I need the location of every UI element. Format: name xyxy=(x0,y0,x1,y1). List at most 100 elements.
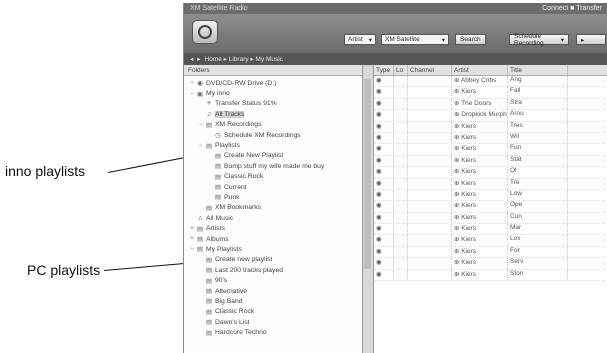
column-header[interactable]: Artist xyxy=(452,65,508,75)
tree-node[interactable]: ▤ Dawn's List xyxy=(184,317,362,327)
table-row[interactable]: ◉ ⊕ Dropkick Murphys Arou xyxy=(374,110,607,122)
tree-node[interactable]: − ▤ Playlists xyxy=(184,140,362,150)
table-cell xyxy=(408,212,452,224)
tree-node[interactable]: − ▤ XM Recordings xyxy=(184,120,362,130)
collapse-icon[interactable]: − xyxy=(188,80,196,86)
tree-node[interactable]: ≡ Transfer Status 91% xyxy=(184,99,362,109)
search-type-select[interactable]: Artist ▾ xyxy=(344,34,376,45)
search-input[interactable]: XM Satellite ▾ xyxy=(381,34,449,45)
scrollbar-thumb[interactable] xyxy=(364,79,371,269)
table-cell xyxy=(408,201,452,212)
table-cell xyxy=(408,155,452,167)
callout-inno-playlists: inno playlists xyxy=(5,163,86,179)
column-header[interactable]: Channel xyxy=(408,65,452,75)
tree-node[interactable]: − ◉ DVD/CD-RW Drive (D:) xyxy=(184,78,362,88)
table-row[interactable]: ◉ ⊕ Kiers Low xyxy=(374,189,607,202)
table-row[interactable]: ◉ ⊕ Kiers Ston xyxy=(374,269,607,282)
tree-node-label: Dawn's List xyxy=(215,318,250,326)
tree-node[interactable]: − ▣ My inno xyxy=(184,88,362,98)
table-row[interactable]: ◉ ⊕ Kiers Ol xyxy=(374,167,607,179)
tree-node[interactable]: ▤ Classic Rock xyxy=(184,172,362,182)
chevron-down-icon: ▾ xyxy=(560,36,564,44)
tree-node-label: All Music xyxy=(206,214,234,222)
table-cell: Serv xyxy=(508,258,568,269)
table-row[interactable]: ◉ ⊕ The Doors Stra xyxy=(374,98,607,111)
tree-node[interactable]: ▤ Alternative xyxy=(184,286,362,296)
table-row[interactable]: ◉ ⊕ Kiers Cun xyxy=(374,212,607,225)
tree-node[interactable]: ▤ Punk xyxy=(184,192,362,202)
table-cell xyxy=(394,235,408,246)
table-row[interactable]: ◉ ⊕ Abbey Cribs Ang xyxy=(374,76,607,88)
track-list: ◉ ⊕ Abbey Cribs Ang ◉ ⊕ Kiers Fall ◉ ⊕ The Door… xyxy=(374,76,607,282)
tree-node[interactable]: ▤ Bump stuff my wife made me buy xyxy=(184,161,362,171)
back-icon[interactable]: ◂ xyxy=(190,55,193,63)
tree-node[interactable]: ▤ Create new playlist xyxy=(184,255,362,265)
table-cell: Mar xyxy=(508,224,568,235)
window-title: XM Satellite Radio xyxy=(190,5,248,12)
connect-transfer-status[interactable]: Connect ■ Transfer xyxy=(542,5,602,12)
folder-tree: − ◉ DVD/CD-RW Drive (D:) − ▣ My inno ≡ Transfer… xyxy=(184,76,362,338)
tree-node[interactable]: ♫ All Tracks xyxy=(184,109,362,119)
column-header[interactable]: Title xyxy=(508,65,568,75)
table-cell: ⊕ Abbey Cribs xyxy=(452,76,508,87)
table-row[interactable]: ◉ ⊕ Kiers Stat xyxy=(374,155,607,168)
tree-node[interactable]: ▤ Current xyxy=(184,182,362,192)
track-list-pane: Type Lo Channel Artist Title ◉ ⊕ Abbey Cribs A… xyxy=(374,65,607,353)
app-window: XM Satellite Radio Connect ■ Transfer Ar… xyxy=(183,3,607,353)
table-cell: ⊕ Kiers xyxy=(452,144,508,155)
table-row[interactable]: ◉ ⊕ Kiers Wil xyxy=(374,132,607,145)
tree-node[interactable]: + ▤ Albums xyxy=(184,234,362,244)
tree-node[interactable]: ▤ Create New Playlist xyxy=(184,151,362,161)
folder-icon: ▤ xyxy=(214,152,222,160)
column-header[interactable]: Type xyxy=(374,65,394,75)
table-row[interactable]: ◉ ⊕ Kiers Tres xyxy=(374,121,607,133)
tree-node[interactable]: ▤ Classic Rock xyxy=(184,307,362,317)
expand-icon[interactable]: + xyxy=(188,226,196,232)
folder-icon: ▤ xyxy=(214,173,222,181)
schedule-recording-button[interactable]: Schedule Recording ▾ xyxy=(509,33,569,47)
tree-node[interactable]: ▤ XM Bookmarks xyxy=(184,203,362,213)
table-row[interactable]: ◉ ⊕ Kiers Fun xyxy=(374,144,607,156)
table-row[interactable]: ◉ ⊕ Kiers For xyxy=(374,246,607,259)
callout-pc-playlists: PC playlists xyxy=(27,262,101,278)
tree-node-label: Classic Rock xyxy=(224,173,264,181)
collapse-icon[interactable]: − xyxy=(197,122,205,128)
table-cell: Tre xyxy=(508,178,568,189)
folder-icon: ▤ xyxy=(205,329,213,337)
tree-node-label: Last 200 tracks played xyxy=(215,266,284,274)
table-cell xyxy=(408,178,452,189)
tree-scrollbar[interactable] xyxy=(363,65,374,353)
tree-node-label: 90's xyxy=(215,277,228,285)
extra-toolbar-button[interactable]: ▸ xyxy=(576,34,606,45)
tree-node[interactable]: ◷ Schedule XM Recordings xyxy=(184,130,362,140)
table-row[interactable]: ◉ ⊕ Kiers Ope xyxy=(374,201,607,213)
collapse-icon[interactable]: − xyxy=(188,91,196,97)
forward-icon[interactable]: ▸ xyxy=(197,55,200,63)
folder-icon: ▤ xyxy=(214,184,222,192)
tree-node[interactable]: + ▤ Artists xyxy=(184,223,362,233)
tree-node[interactable]: ▤ Last 200 tracks played xyxy=(184,265,362,275)
tree-node[interactable]: − ▤ My Playlists xyxy=(184,244,362,254)
table-cell xyxy=(394,121,408,132)
tree-node[interactable]: ♫ All Music xyxy=(184,213,362,223)
breadcrumb-path[interactable]: Home ▸ Library ▸ My Music xyxy=(205,55,283,63)
table-row[interactable]: ◉ ⊕ Kiers Lov xyxy=(374,235,607,247)
table-cell: ◉ xyxy=(374,212,394,224)
tree-node[interactable]: ▤ 90's xyxy=(184,275,362,285)
folder-icon: ▤ xyxy=(196,246,204,254)
collapse-icon[interactable]: − xyxy=(188,246,196,252)
table-row[interactable]: ◉ ⊕ Kiers Tre xyxy=(374,178,607,190)
tree-node[interactable]: ▤ Big Band xyxy=(184,296,362,306)
table-row[interactable]: ◉ ⊕ Kiers Serv xyxy=(374,258,607,270)
table-cell: ◉ xyxy=(374,258,394,269)
collapse-icon[interactable]: − xyxy=(197,143,205,149)
table-row[interactable]: ◉ ⊕ Kiers Mar xyxy=(374,224,607,236)
search-button[interactable]: Search xyxy=(455,34,486,45)
inno-logo-icon[interactable] xyxy=(192,20,218,44)
expand-icon[interactable]: + xyxy=(188,236,196,242)
table-row[interactable]: ◉ ⊕ Kiers Fall xyxy=(374,87,607,99)
column-header[interactable]: Lo xyxy=(394,65,408,75)
table-cell: ⊕ The Doors xyxy=(452,98,508,110)
track-list-header: Type Lo Channel Artist Title xyxy=(374,65,607,76)
tree-node[interactable]: ▤ Hardcore Techno xyxy=(184,327,362,337)
